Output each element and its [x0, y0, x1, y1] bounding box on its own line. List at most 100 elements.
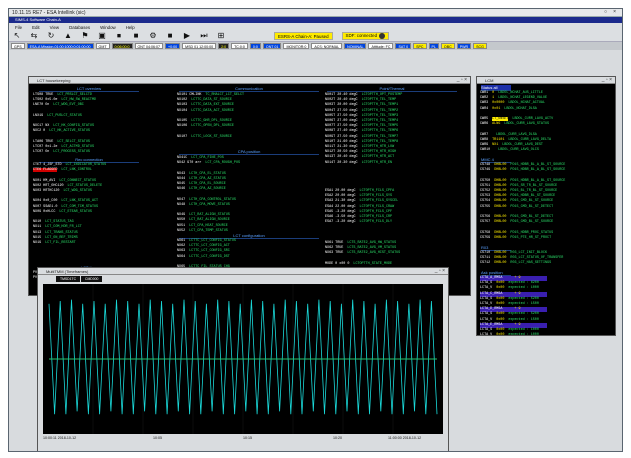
param-id: NX47 [177, 197, 186, 202]
param-value: LCT_PRSLCT_SELCTD [57, 93, 92, 97]
minimize-button[interactable]: ○ [604, 9, 607, 16]
panel-controls-icon[interactable]: _ ▫ × [435, 268, 445, 275]
warning-icon[interactable]: ▲ [64, 32, 72, 40]
param-id: LCTA_V [480, 302, 493, 307]
menu-window[interactable]: Window [100, 25, 116, 30]
application-window: 10.11.15 RE7 - ESA Intellink (sic) ○ × S… [8, 8, 623, 452]
param-id: NX43 [177, 171, 186, 176]
tab-tmsd1tc[interactable]: TMSD1TC [56, 276, 81, 282]
param-id: NX46 [177, 187, 186, 192]
param-id: CS748 [480, 163, 491, 167]
param-value: LCT_LNK_CONTROL [61, 168, 92, 173]
param-value: LCT_WDG_STATUS [63, 189, 92, 194]
grid-icon[interactable]: ⊞ [217, 32, 225, 40]
param-value: LCT_STATUS_TAG [45, 220, 74, 225]
param-id: NX51 [177, 223, 186, 228]
param-value: LCTTC_LCT_CONFIG_ACT [189, 244, 230, 249]
param-value: LCTTC_DATA_ST_SOURCE [191, 98, 232, 103]
param-value: + 9 [514, 276, 521, 280]
status-cell: 0:06:00:0 [111, 43, 133, 49]
flag-icon[interactable]: ⚑ [81, 32, 89, 40]
param-value: expected : 1000 [508, 286, 539, 291]
param-id: LTC07 On [33, 150, 50, 155]
param-id: LCTA_D_RMSA [480, 307, 503, 312]
data-row: CS712 DHBL00 R03_LCT_HAS_SETTINGS [480, 261, 567, 266]
param-value: LBDOL_CURR_LAVG_DEST [502, 143, 543, 148]
stop-circle-icon[interactable]: ⏹ [115, 32, 123, 40]
param-value: LCT_FIL_RESTART [45, 241, 76, 246]
connection-rows: CTE7 4_JSF_STD LCT_INDICATOR_STATUS CTE6 F… [33, 163, 110, 246]
param-value: DHBL00 [494, 215, 507, 220]
param-value: PD15_BL_TR_BL_ST_SOURCE [510, 189, 558, 194]
close-button[interactable]: × [613, 9, 616, 16]
param-id: CS750 [480, 178, 491, 183]
param-id: NX102 [177, 98, 188, 103]
param-id: ESA1 20.00 degC [325, 189, 356, 193]
menu-databases[interactable]: Databases [69, 25, 90, 30]
data-row: CS749 DHBL00 PD15_HDBR_BL_A_BL_ST_SOURCE [480, 168, 569, 173]
param-id: CTE6 FLAGGED [33, 168, 58, 173]
refresh-icon[interactable]: ↻ [47, 32, 55, 40]
param-value: PD15_HDBR_BL_A_BL_ST_SOURCE [510, 178, 566, 183]
param-value: LCTOPTH_FCLS_SYS [359, 194, 393, 199]
tab-cmd000[interactable]: CMD000 [81, 276, 103, 282]
param-id: CWR2 [480, 96, 489, 101]
status-cell: 0:0 [249, 43, 261, 49]
data-row: NX08T 27.40 degC LCTOPTTH_TEL_TEMP6 [325, 129, 406, 134]
param-value: LCTOPTTH_HTR_HIGH [361, 150, 397, 155]
menu-help[interactable]: Help [126, 25, 135, 30]
param-value: LCT_COM_HDR_FR_LCT [45, 225, 82, 230]
param-value: TR1101 [492, 137, 505, 142]
param-value: LCT_ACTMD_STATUS [61, 145, 94, 150]
panel-controls-icon[interactable]: _ ▫ × [602, 77, 612, 84]
param-value: LCT_ETEAR_STATUS [59, 209, 92, 214]
swap-icon[interactable]: ⇆ [30, 32, 38, 40]
x-tick-label: 11:00:00 2018-10-12 [388, 436, 422, 440]
param-id: NX45 [177, 182, 186, 187]
param-value: 0x00 [496, 312, 505, 317]
settings-icon[interactable]: ⚙ [149, 32, 157, 40]
param-value: NX1 [492, 143, 499, 148]
param-id: CS755 [480, 204, 491, 209]
menu-file[interactable]: File [15, 25, 22, 30]
param-value: LCTOPTTH_HTR_EN [361, 160, 393, 165]
param-id: NX13 [33, 230, 42, 235]
param-id: NX04 0x0_C00 [33, 199, 58, 204]
param-value: LBDOL_CURR_LAVG_OLCS [498, 148, 539, 153]
param-value: LCT_RAT_ALIGN_SOURCE [189, 218, 230, 223]
status-cell: OBC [440, 43, 455, 49]
pause-icon[interactable]: ■ [166, 32, 174, 40]
param-value: LCT_COM_TCM_STATUS [61, 204, 99, 209]
status-cell: ESA-A Mission-01:00:1000:0:01:00:00 [26, 43, 94, 49]
stop-icon[interactable]: ■ [132, 32, 140, 40]
param-value: LCTH_CPA_CONTROL_STATUS [189, 197, 236, 202]
status-cell: GMT [95, 43, 110, 49]
param-id: NX02T 20.40 degC [325, 98, 358, 103]
data-row: CWR10 LBDOL_CURR_LAVG_OLCS [480, 148, 557, 153]
play-icon[interactable]: ▶ [183, 32, 191, 40]
param-id: CS749 [480, 168, 491, 173]
data-row: CS759 DHBL00 PD15_PTE_HR_ST_PROCT [480, 236, 569, 241]
param-value: LCTOPTTH_OPT_POSTEMP [361, 93, 403, 97]
param-id: NX13T 20.40 degC [325, 155, 358, 160]
panel-controls-icon[interactable]: _ ▫ × [457, 77, 467, 84]
param-id: NX10 [33, 220, 42, 225]
param-id: CWR6 [480, 122, 489, 127]
skip-forward-icon[interactable]: ⏭ [200, 32, 208, 40]
param-value: LCTOPTTH_TEL_TEMP4 [361, 119, 399, 124]
param-value: LCTOPTTH_TEL_TEMP [361, 98, 397, 103]
display-icon[interactable]: ▣ [98, 32, 106, 40]
param-id: NX19 [33, 241, 42, 246]
param-value: LCT_PUSLCT_STATUS [47, 113, 82, 118]
param-id: ESA4 22.00 degC [325, 204, 356, 209]
chart-plot-area[interactable] [43, 284, 443, 434]
status-bar: GPS ESA-A Mission-01:00:1000:0:01:00:00 GM… [9, 42, 622, 50]
select-tool-icon[interactable]: ↖ [13, 32, 21, 40]
menu-view[interactable]: View [50, 25, 59, 30]
param-value: LCTOPTH_FCLS_DLY [359, 220, 393, 225]
param-id: NX61 [177, 239, 186, 243]
menu-edit[interactable]: Edit [32, 25, 40, 30]
param-id: NX101 CMLINK [177, 93, 202, 97]
param-id: MODE 0 x00 0 [325, 261, 350, 266]
param-id: CWR9 [480, 143, 489, 148]
